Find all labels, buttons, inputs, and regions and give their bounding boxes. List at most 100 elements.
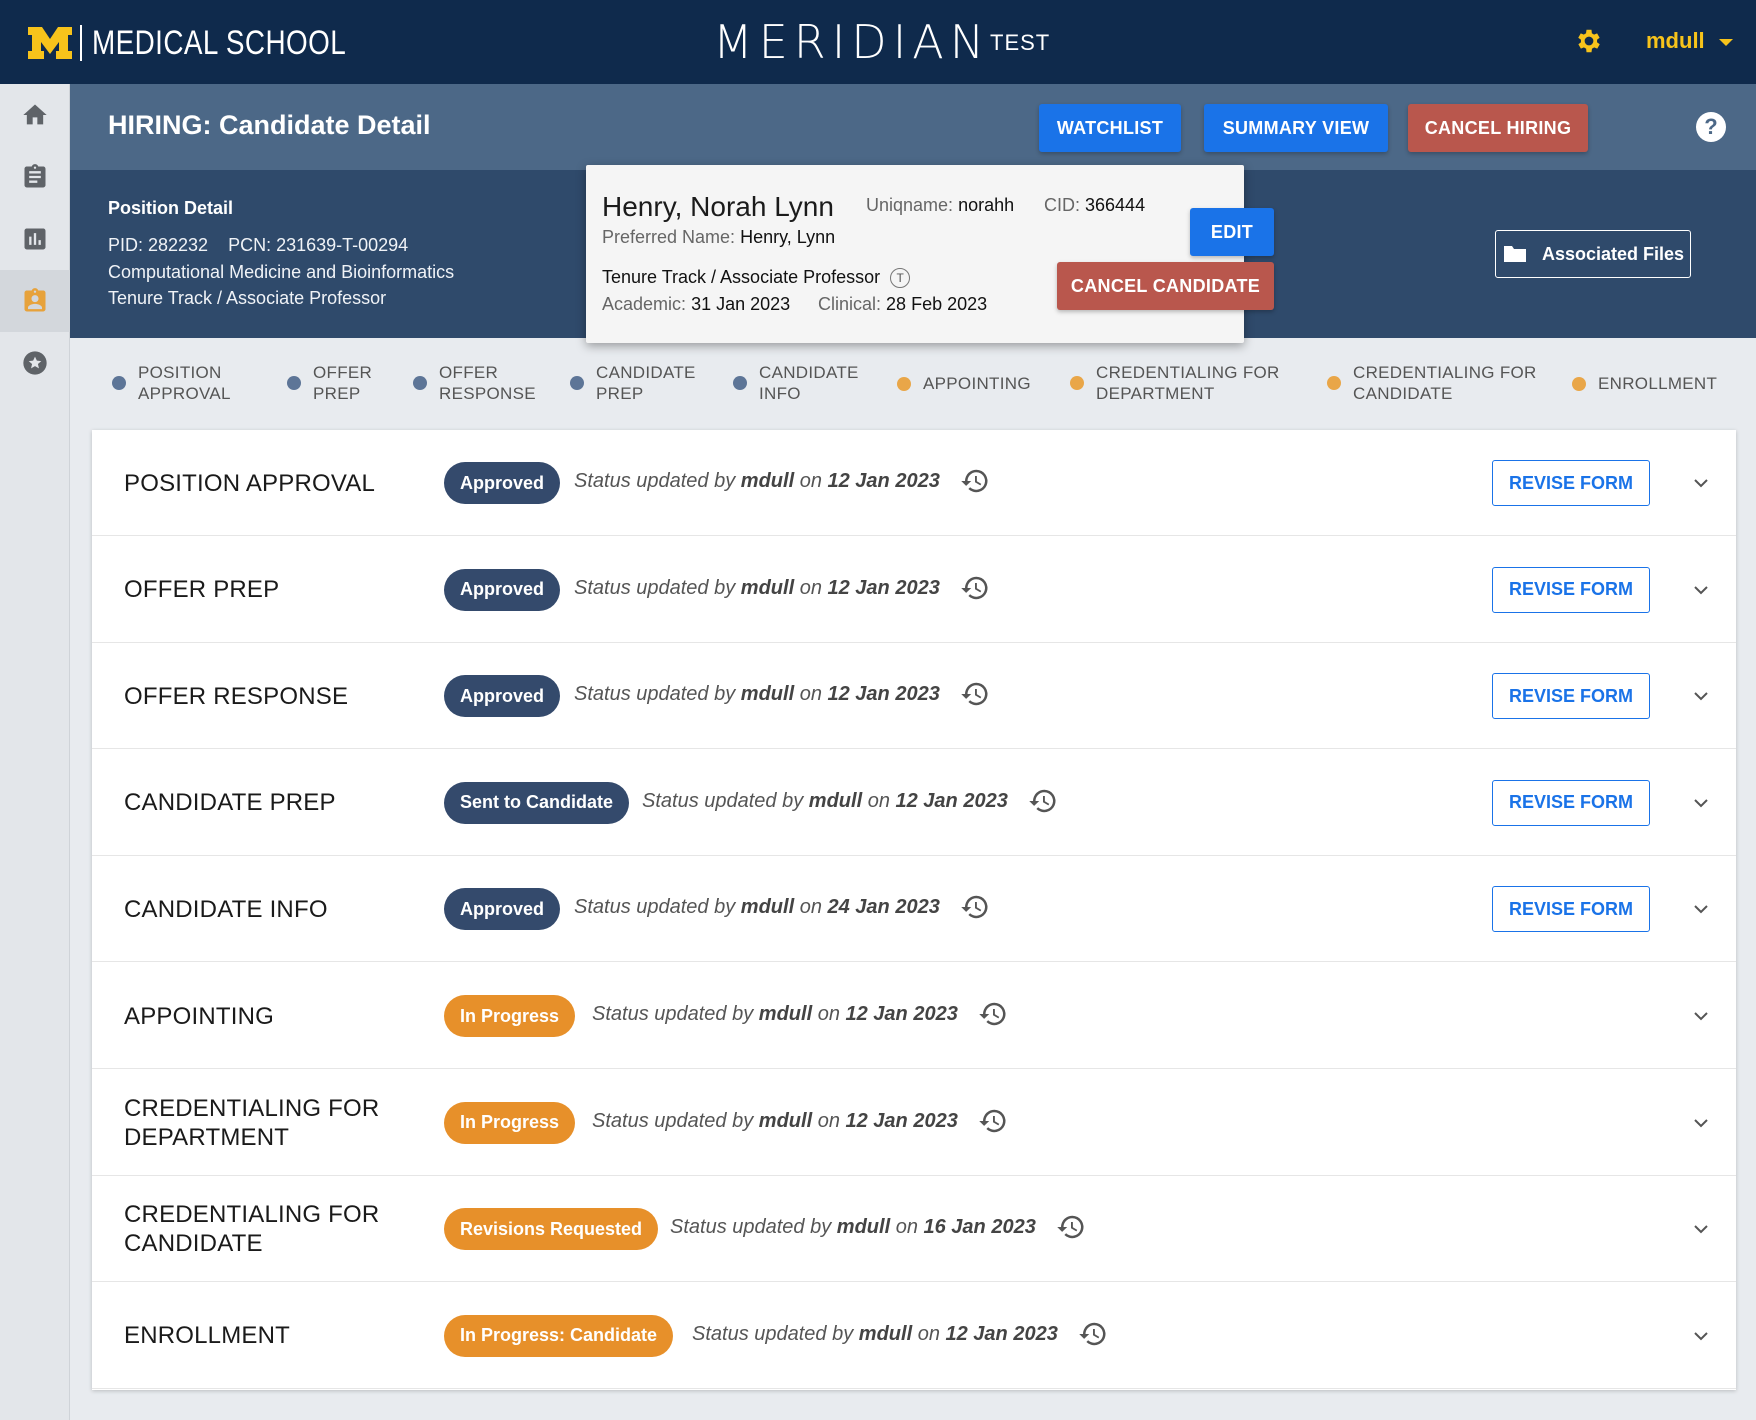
history-icon[interactable] [960, 573, 990, 603]
workflow-steps: POSITION APPROVAL OFFER PREP OFFER RESPONSE… [70, 338, 1756, 430]
step-enrollment[interactable]: ENROLLMENT [1572, 373, 1717, 394]
status-badge: Approved [444, 568, 561, 611]
position-track: Tenure Track / Associate Professor [108, 288, 387, 308]
step-position-approval[interactable]: POSITION APPROVAL [112, 362, 231, 404]
chevron-down-icon[interactable] [1692, 1114, 1710, 1132]
status-text: Status updated by mdull on 12 Jan 2023 [692, 1322, 1058, 1345]
chevron-down-icon[interactable] [1692, 581, 1710, 599]
associated-files-label: Associated Files [1541, 243, 1685, 264]
environment-label: TEST [990, 30, 1051, 55]
history-icon[interactable] [978, 999, 1008, 1029]
folder-icon [1503, 246, 1526, 262]
watchlist-button[interactable]: WATCHLIST [1039, 104, 1181, 152]
chevron-down-icon[interactable] [1692, 1220, 1710, 1238]
status-row[interactable]: CANDIDATE PREP Sent to Candidate Status up… [92, 750, 1736, 856]
status-row[interactable]: CREDENTIALING FOR DEPARTMENT In Progress St… [92, 1070, 1736, 1176]
chevron-down-icon[interactable] [1692, 474, 1710, 492]
summary-view-button[interactable]: SUMMARY VIEW [1204, 104, 1388, 152]
chevron-down-icon[interactable] [1692, 900, 1710, 918]
top-bar: MEDICAL SCHOOL MERIDIAN TEST mdull [0, 0, 1756, 84]
status-row[interactable]: CANDIDATE INFO Approved Status updated by … [92, 856, 1736, 963]
step-label: CREDENTIALING FOR CANDIDATE [1353, 363, 1537, 403]
history-icon[interactable] [1078, 1319, 1108, 1349]
revise-form-button[interactable]: REVISE FORM [1492, 779, 1650, 826]
candidate-track: Tenure Track / Associate Professor T [602, 267, 911, 289]
revise-form-button[interactable]: REVISE FORM [1492, 673, 1650, 720]
sidebar-item-reports[interactable] [0, 208, 70, 270]
brand-text: MEDICAL SCHOOL [92, 23, 347, 62]
step-dot [1070, 376, 1084, 390]
preferred-name-label: Preferred Name: [602, 227, 736, 247]
chevron-down-icon[interactable] [1692, 1007, 1710, 1025]
app-name-text: MERIDIAN [713, 15, 991, 69]
chevron-down-icon[interactable] [1692, 687, 1710, 705]
block-m-logo-icon [26, 25, 74, 61]
step-credentialing-department[interactable]: CREDENTIALING FOR DEPARTMENT [1070, 362, 1280, 404]
academic-label: Academic: [602, 294, 687, 314]
status-row[interactable]: ENROLLMENT In Progress: Candidate Status u… [92, 1283, 1736, 1389]
status-badge: In Progress [444, 1101, 576, 1144]
step-label: POSITION APPROVAL [138, 363, 231, 403]
history-icon[interactable] [960, 892, 990, 922]
gear-icon[interactable] [1574, 26, 1604, 56]
status-badge: In Progress: Candidate [444, 1314, 674, 1357]
history-icon[interactable] [960, 679, 990, 709]
sidebar-item-home[interactable] [0, 84, 70, 146]
step-candidate-info[interactable]: CANDIDATE INFO [733, 362, 859, 404]
sidebar-item-forms[interactable] [0, 146, 70, 208]
step-label: OFFER RESPONSE [439, 363, 536, 403]
step-dot [570, 376, 584, 390]
step-offer-response[interactable]: OFFER RESPONSE [413, 362, 536, 404]
status-row[interactable]: APPOINTING In Progress Status updated by m… [92, 963, 1736, 1069]
status-badge: Approved [444, 888, 561, 931]
associated-files-button[interactable]: Associated Files [1495, 230, 1691, 278]
revise-form-button[interactable]: REVISE FORM [1492, 566, 1650, 613]
row-title: POSITION APPROVAL [124, 469, 376, 497]
app-name: MERIDIAN [713, 14, 990, 70]
page-title: HIRING: Candidate Detail [108, 110, 431, 140]
revise-form-button[interactable]: REVISE FORM [1492, 886, 1650, 933]
step-credentialing-candidate[interactable]: CREDENTIALING FOR CANDIDATE [1327, 362, 1537, 404]
chevron-down-icon[interactable] [1692, 1327, 1710, 1345]
cancel-hiring-button[interactable]: CANCEL HIRING [1408, 104, 1588, 152]
sidebar-item-hiring[interactable] [0, 270, 70, 332]
help-icon[interactable]: ? [1696, 112, 1726, 142]
status-text: Status updated by mdull on 12 Jan 2023 [592, 1003, 958, 1025]
tenure-info-icon[interactable]: T [890, 268, 911, 289]
cid-label: CID: [1044, 195, 1080, 215]
cancel-candidate-button[interactable]: CANCEL CANDIDATE [1057, 262, 1274, 310]
row-title: OFFER RESPONSE [124, 682, 349, 710]
status-row[interactable]: CREDENTIALING FOR CANDIDATE Revisions Requ… [92, 1176, 1736, 1283]
sidebar-item-favorites[interactable] [0, 332, 70, 394]
status-row[interactable]: OFFER RESPONSE Approved Status updated by … [92, 643, 1736, 750]
row-title: ENROLLMENT [124, 1322, 291, 1350]
status-badge: In Progress [444, 995, 576, 1037]
edit-candidate-button[interactable]: EDIT [1190, 208, 1274, 256]
chevron-down-icon[interactable] [1692, 794, 1710, 812]
uniqname-value: norahh [958, 195, 1015, 215]
candidate-track-text: Tenure Track / Associate Professor [602, 267, 881, 287]
history-icon[interactable] [1056, 1212, 1086, 1242]
row-title: CREDENTIALING FOR DEPARTMENT [124, 1094, 380, 1151]
history-icon[interactable] [1028, 786, 1058, 816]
history-icon[interactable] [960, 466, 990, 496]
clinical-label: Clinical: [818, 294, 882, 314]
step-candidate-prep[interactable]: CANDIDATE PREP [570, 362, 696, 404]
history-icon[interactable] [978, 1106, 1008, 1136]
status-row[interactable]: OFFER PREP Approved Status updated by mdul… [92, 537, 1736, 643]
uniqname-field: Uniqname: norahh [866, 195, 1014, 216]
sidebar [0, 84, 70, 1420]
username: mdull [1646, 28, 1705, 53]
step-offer-prep[interactable]: OFFER PREP [287, 362, 372, 404]
revise-form-button[interactable]: REVISE FORM [1492, 460, 1650, 506]
brand[interactable]: MEDICAL SCHOOL [26, 22, 402, 64]
position-department: Computational Medicine and Bioinformatic… [108, 262, 455, 282]
status-badge: Approved [444, 675, 561, 718]
star-icon [23, 351, 47, 375]
step-label: OFFER PREP [313, 363, 373, 403]
user-menu[interactable]: mdull [1646, 28, 1733, 54]
status-text: Status updated by mdull on 12 Jan 2023 [574, 683, 940, 706]
step-appointing[interactable]: APPOINTING [897, 373, 1031, 394]
status-row[interactable]: POSITION APPROVAL Approved Status updated … [92, 430, 1736, 536]
clinical-date: 28 Feb 2023 [886, 294, 988, 314]
